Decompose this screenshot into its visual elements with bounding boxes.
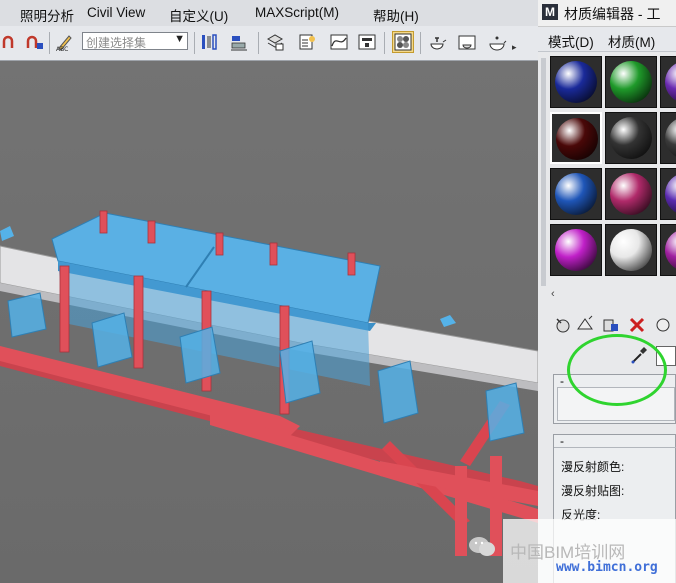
rollout-divider bbox=[554, 447, 676, 448]
menu-civil-view[interactable]: Civil View bbox=[87, 5, 145, 20]
sample-slot[interactable] bbox=[660, 112, 676, 164]
menu-help[interactable]: 帮助(H) bbox=[373, 5, 419, 25]
selection-set-placeholder: 创建选择集 bbox=[86, 36, 147, 50]
sample-slot[interactable] bbox=[605, 56, 657, 108]
render-setup-icon[interactable] bbox=[426, 31, 448, 53]
make-unique-icon[interactable] bbox=[652, 314, 674, 336]
sample-slot-active[interactable] bbox=[550, 112, 602, 164]
unlink-icon[interactable] bbox=[24, 31, 46, 53]
menu-customize[interactable]: 自定义(U) bbox=[169, 5, 228, 25]
perspective-viewport[interactable] bbox=[0, 61, 538, 583]
wechat-icon bbox=[468, 536, 496, 558]
sample-slot[interactable] bbox=[550, 224, 602, 276]
collapse-arrow-icon[interactable]: ‹ bbox=[551, 288, 555, 300]
toolbar-separator bbox=[384, 32, 385, 54]
rollout-toggle[interactable]: - bbox=[560, 434, 564, 448]
sample-slot-scrollbar[interactable] bbox=[541, 58, 546, 286]
schematic-view-icon[interactable] bbox=[356, 31, 378, 53]
selection-set-dropdown[interactable]: 创建选择集 ▼ bbox=[82, 32, 188, 50]
diffuse-map-label: 漫反射贴图: bbox=[561, 484, 625, 498]
main-menubar: 照明分析 Civil View 自定义(U) MAXScript(M) 帮助(H… bbox=[0, 0, 538, 27]
toolbar-separator bbox=[420, 32, 421, 54]
sample-slot[interactable] bbox=[605, 112, 657, 164]
sample-slot[interactable] bbox=[550, 56, 602, 108]
idler-roller bbox=[440, 315, 456, 327]
edit-named-selection-icon[interactable]: ABC bbox=[54, 31, 76, 53]
sample-slot[interactable] bbox=[550, 168, 602, 220]
put-to-scene-icon[interactable] bbox=[574, 314, 596, 336]
assign-material-icon[interactable] bbox=[600, 314, 622, 336]
toolbar-overflow-icon[interactable]: ▸ bbox=[512, 42, 517, 53]
menu-material[interactable]: 材质(M) bbox=[608, 31, 655, 51]
idler-roller bbox=[0, 226, 14, 241]
layer-manager-icon[interactable] bbox=[264, 31, 286, 53]
chevron-down-icon: ▼ bbox=[174, 33, 185, 45]
highlight-circle bbox=[567, 334, 667, 406]
mirror-icon[interactable] bbox=[199, 31, 221, 53]
material-editor-menubar: 模式(D) 材质(M) bbox=[538, 27, 676, 52]
curve-editor-icon[interactable] bbox=[328, 31, 350, 53]
sample-slot[interactable] bbox=[660, 168, 676, 220]
sample-slot[interactable] bbox=[605, 224, 657, 276]
sample-slot[interactable] bbox=[605, 168, 657, 220]
get-material-icon[interactable] bbox=[552, 314, 574, 336]
svg-text:ABC: ABC bbox=[56, 46, 68, 52]
menu-maxscript[interactable]: MAXScript(M) bbox=[255, 5, 339, 20]
conveyor-3d-model bbox=[0, 210, 538, 556]
menu-lighting-analysis[interactable]: 照明分析 bbox=[20, 5, 74, 25]
main-toolbar: ABC 创建选择集 ▼ ▸ bbox=[0, 26, 538, 61]
max-logo-icon: M bbox=[542, 4, 558, 20]
sample-slots-grid bbox=[548, 56, 676, 286]
window-title: 材质编辑器 - 工 bbox=[564, 6, 661, 22]
rollout-toggle[interactable]: - bbox=[560, 374, 564, 388]
link-icon[interactable] bbox=[0, 31, 22, 53]
watermark-url: www.bimcn.org bbox=[556, 560, 658, 575]
diffuse-color-label: 漫反射颜色: bbox=[561, 460, 625, 474]
sample-slot[interactable] bbox=[660, 56, 676, 108]
menu-modes[interactable]: 模式(D) bbox=[548, 31, 594, 51]
material-editor-titlebar[interactable]: M 材质编辑器 - 工 bbox=[538, 0, 676, 27]
material-editor-icon[interactable] bbox=[392, 31, 414, 53]
toolbar-separator bbox=[49, 32, 50, 54]
render-production-icon[interactable] bbox=[486, 31, 508, 53]
toolbar-separator bbox=[258, 32, 259, 54]
toolbar-separator bbox=[194, 32, 195, 54]
rendered-frame-window-icon[interactable] bbox=[456, 31, 478, 53]
scene-explorer-icon[interactable] bbox=[296, 31, 318, 53]
delete-icon[interactable] bbox=[626, 314, 648, 336]
sample-slot[interactable] bbox=[660, 224, 676, 276]
align-icon[interactable] bbox=[228, 31, 250, 53]
